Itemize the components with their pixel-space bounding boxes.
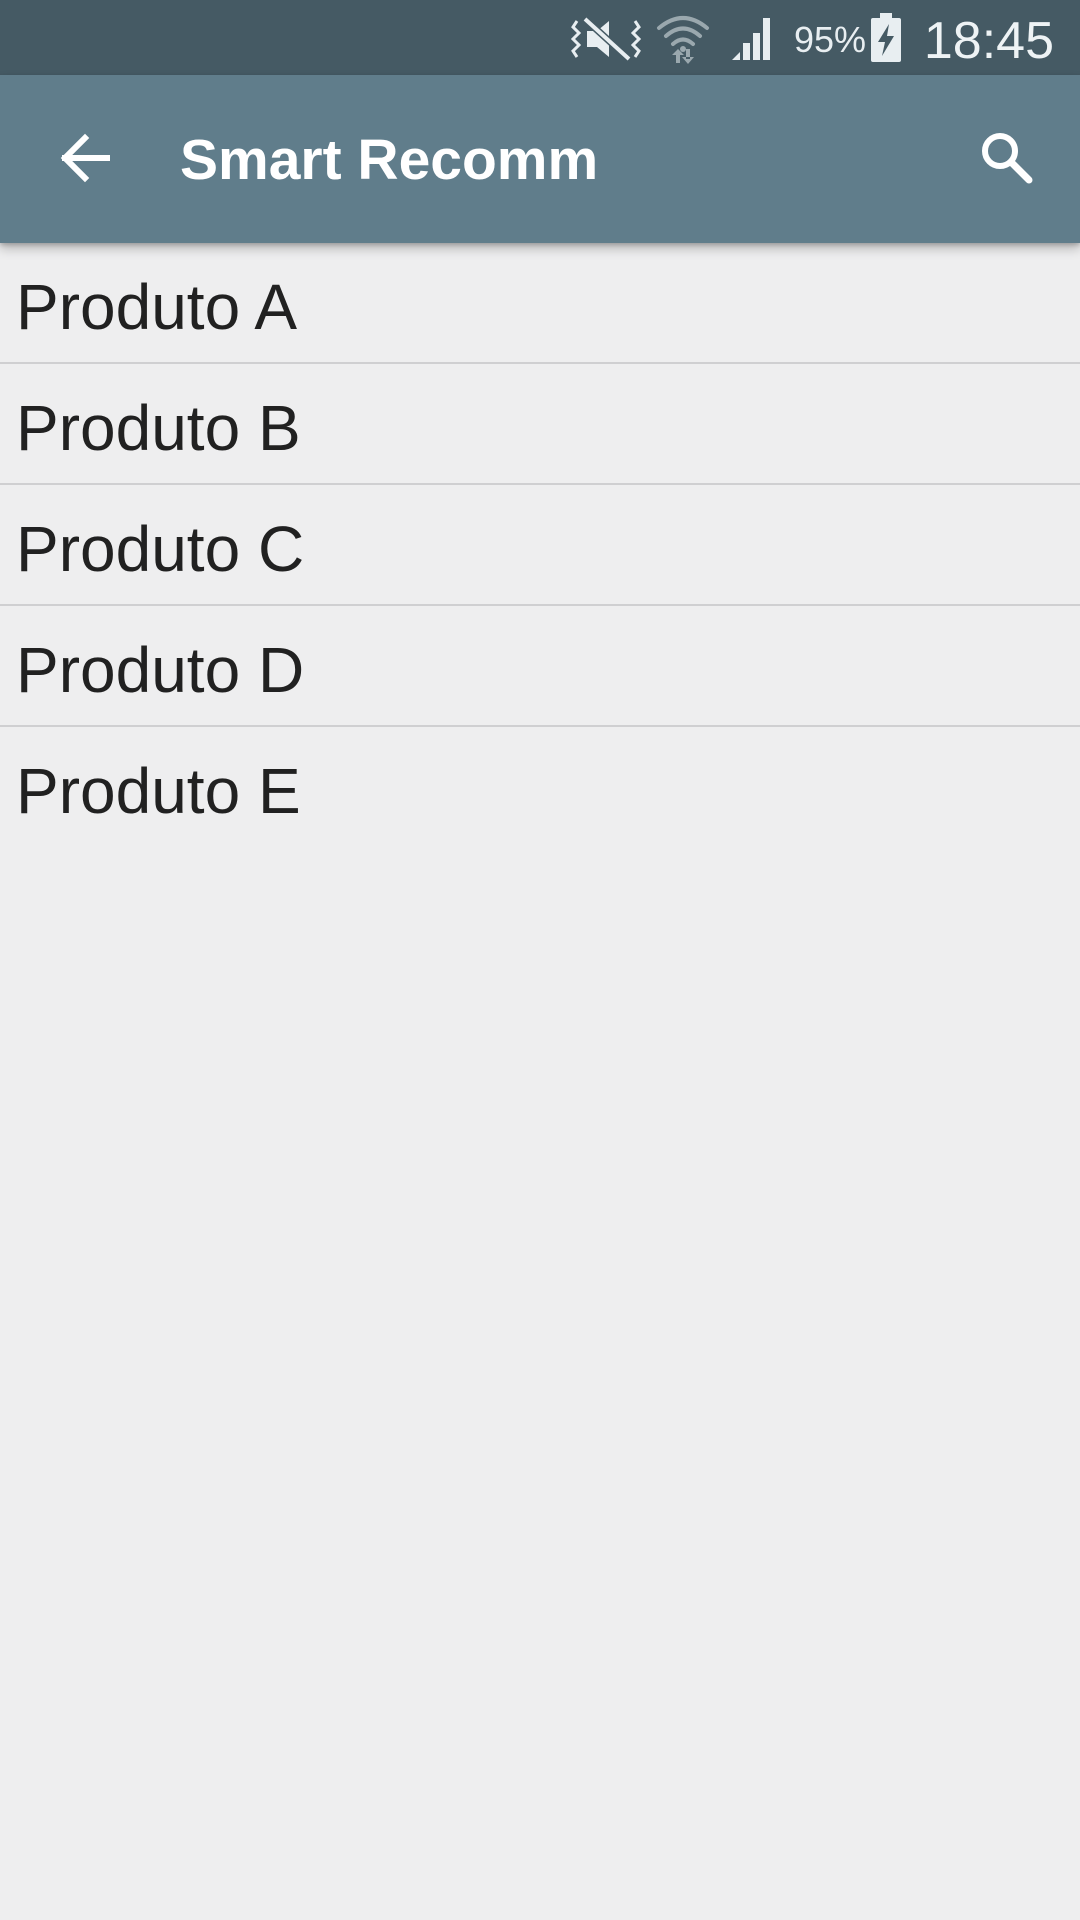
list-item-label: Produto B	[16, 392, 301, 464]
list-item-label: Produto E	[16, 755, 301, 827]
search-button[interactable]	[962, 115, 1052, 205]
search-icon	[977, 128, 1037, 193]
status-time: 18:45	[923, 12, 1054, 70]
list-item-produto-c[interactable]: Produto C	[0, 485, 1080, 606]
arrow-back-icon	[57, 130, 113, 191]
back-button[interactable]	[40, 115, 130, 205]
status-bar: 95% 18:45	[0, 0, 1080, 75]
battery-percent: 95%	[794, 19, 867, 60]
list-item-label: Produto A	[16, 271, 298, 343]
page-title: Smart Recomm	[180, 128, 599, 192]
cell-signal-icon	[728, 0, 780, 75]
list-item-label: Produto D	[16, 634, 305, 706]
list-item-produto-b[interactable]: Produto B	[0, 364, 1080, 485]
wifi-icon	[652, 0, 714, 75]
list-item-produto-e[interactable]: Produto E	[0, 727, 1080, 848]
list-item-produto-d[interactable]: Produto D	[0, 606, 1080, 727]
list-item-produto-a[interactable]: Produto A	[0, 243, 1080, 364]
list-item-label: Produto C	[16, 513, 305, 585]
app-bar: Smart Recomm	[0, 75, 1080, 243]
vibrate-mute-icon	[570, 0, 642, 75]
app-screen: 95% 18:45 Smart Recomm Produto A Produto…	[0, 0, 1080, 1920]
battery-charging-icon	[868, 0, 904, 75]
product-list: Produto A Produto B Produto C Produto D …	[0, 243, 1080, 848]
